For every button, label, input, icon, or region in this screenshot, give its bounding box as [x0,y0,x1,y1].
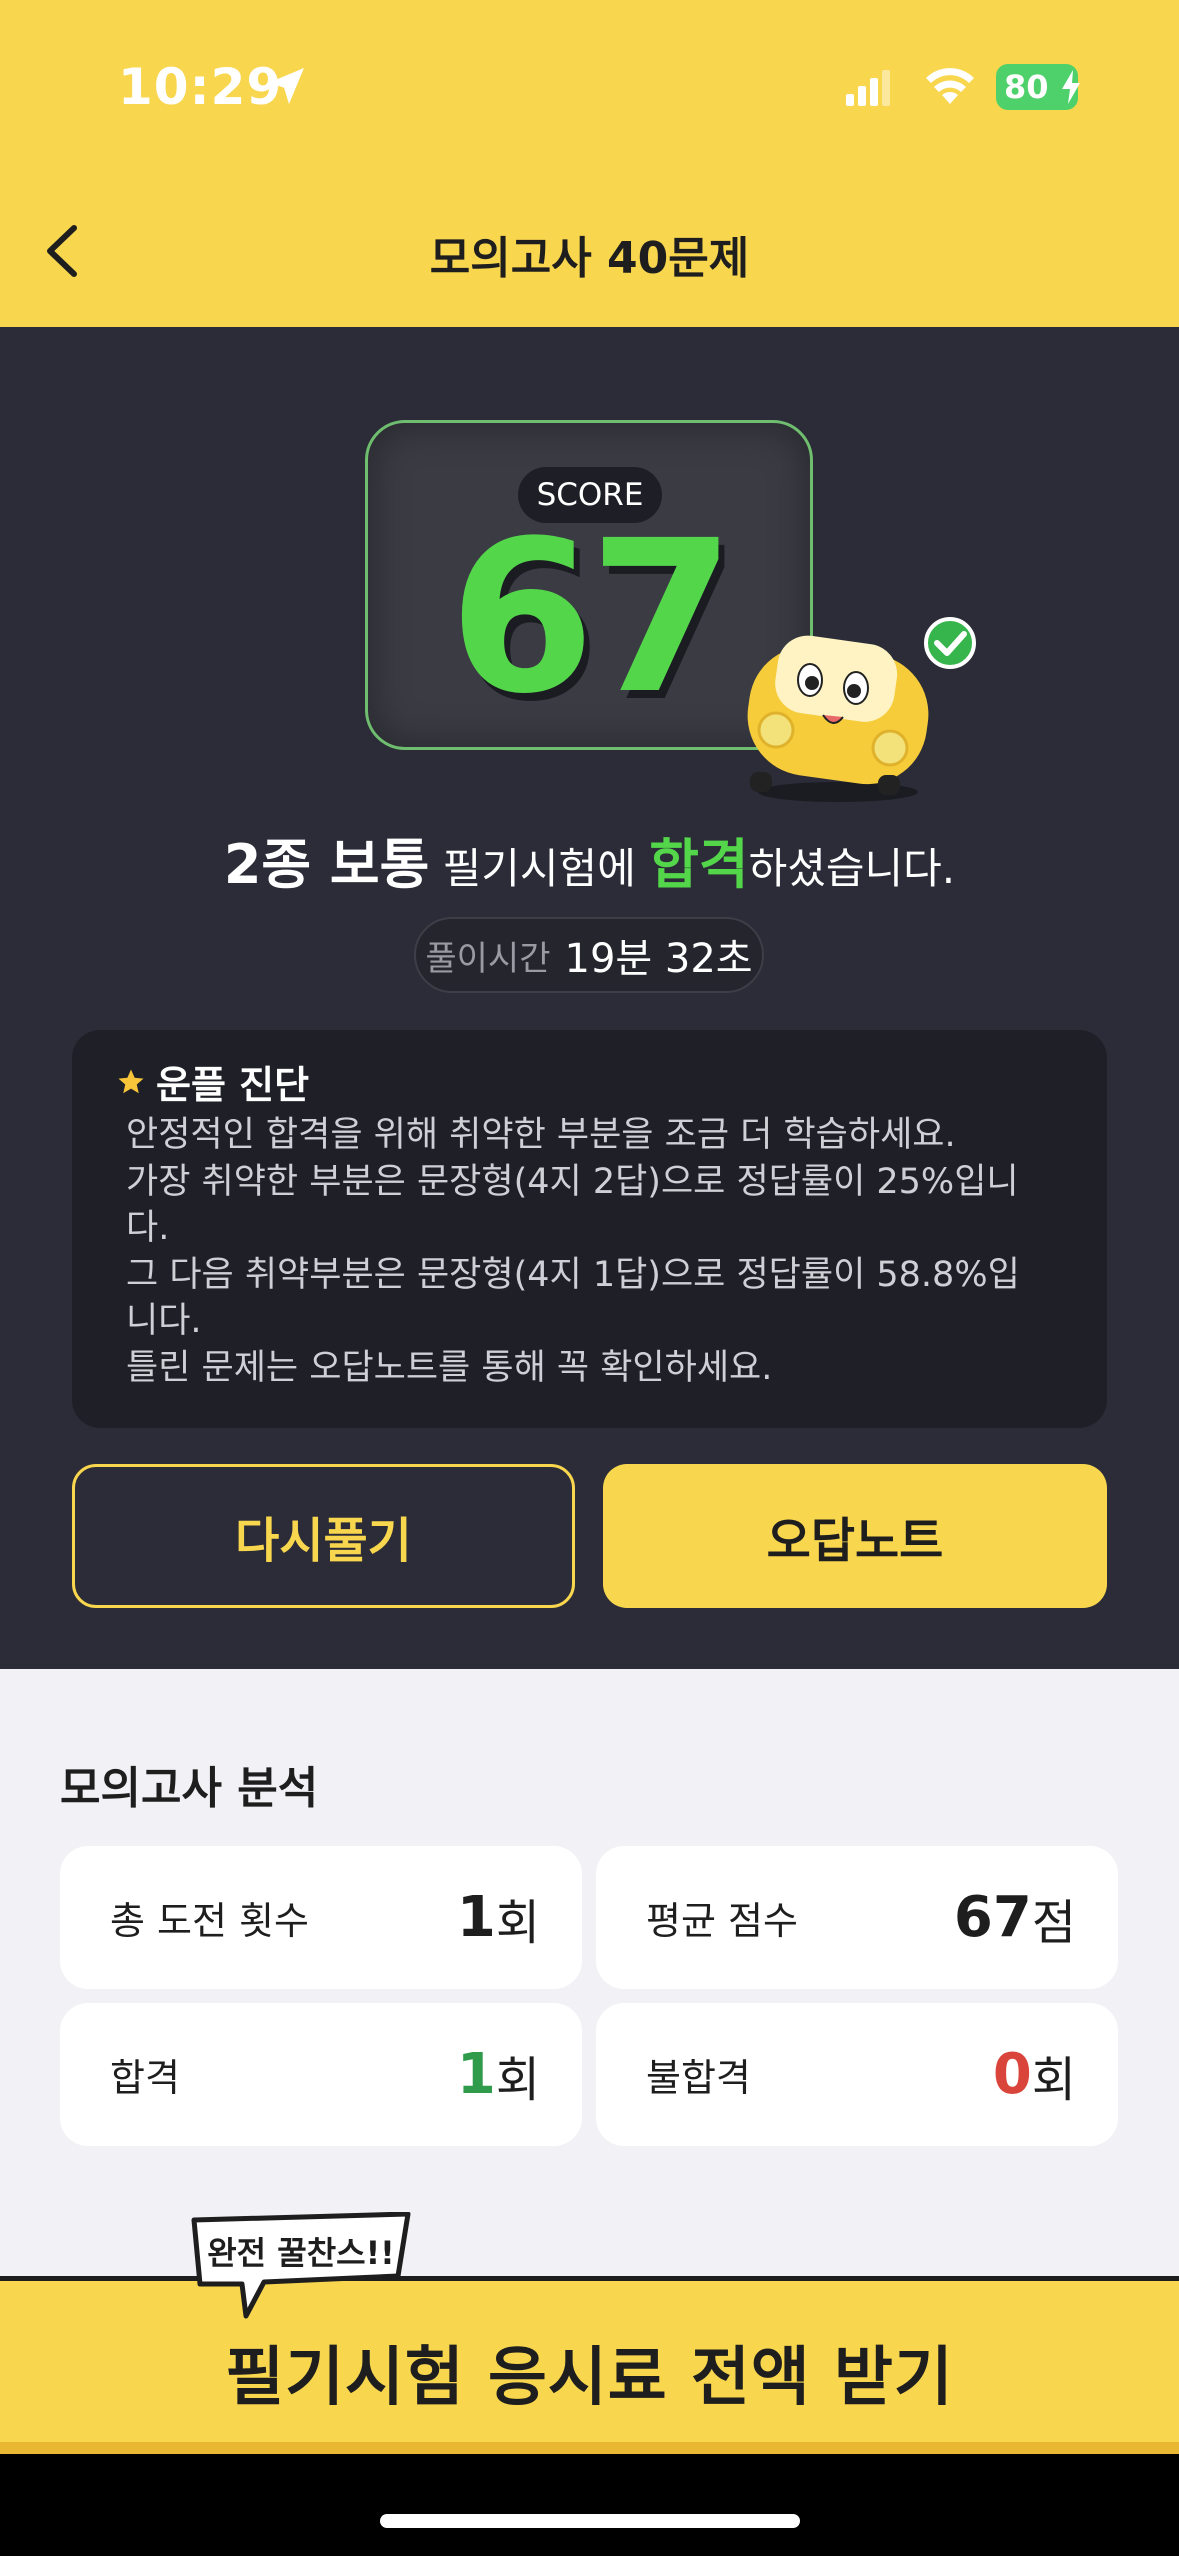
stat-card-average-score: 평균 점수 67 점 [596,1846,1118,1989]
result-message: 2종 보통 필기시험에 합격하셨습니다. [0,820,1179,899]
stat-card-fail: 불합격 0회 [596,2003,1118,2146]
battery-indicator: 80 [996,64,1080,110]
stat-number: 0 [992,2042,1032,2107]
stat-card-pass: 합격 1회 [60,2003,582,2146]
wifi-icon [926,68,974,104]
stat-value: 1회 [457,2003,540,2146]
diagnosis-body: 안정적인 합격을 위해 취약한 부분을 조금 더 학습하세요. 가장 취약한 부… [126,1112,1046,1391]
status-time: 10:29 [118,58,283,116]
promo-bubble-text: 완전 꿀찬스!! [207,2234,395,2272]
stat-value: 0회 [993,2003,1076,2146]
diagnosis-header: 운플 진단 [116,1054,309,1109]
result-tail-text: 하셨습니다. [748,844,956,893]
star-icon [118,1069,144,1093]
diagnosis-line: 그 다음 취약부분은 문장형(4지 1답)으로 정답률이 58.8%입니다. [126,1254,1020,1342]
home-indicator[interactable] [380,2514,800,2528]
license-type: 2종 보통 [223,833,430,896]
home-indicator-area [0,2454,1179,2556]
analysis-title: 모의고사 분석 [60,1763,319,1814]
result-mid-text: 필기시험에 [429,844,650,893]
stat-unit: 회 [495,1894,540,1951]
battery-level: 80 [1004,68,1049,106]
stat-unit: 회 [495,2051,540,2108]
stat-unit: 점 [1031,1894,1076,1951]
solve-time-badge: 풀이시간 19분 32초 [414,917,764,993]
stat-unit: 회 [1031,2051,1076,2108]
stat-label: 합격 [110,2056,180,2100]
stat-value: 67 점 [954,1846,1076,1989]
diagnosis-title: 운플 진단 [156,1063,310,1107]
stat-number: 1 [456,1885,496,1950]
solve-time-label: 풀이시간 [425,938,551,979]
wrong-answer-note-button[interactable]: 오답노트 [603,1464,1107,1608]
cellular-signal-icon [846,70,890,106]
diagnosis-line: 안정적인 합격을 위해 취약한 부분을 조금 더 학습하세요. [126,1115,956,1155]
stat-number: 67 [953,1885,1032,1950]
page-title: 모의고사 40문제 [429,233,750,284]
stat-number: 1 [456,2042,496,2107]
solve-time-value: 19분 32초 [564,936,753,982]
promo-text[interactable]: 필기시험 응시료 전액 받기 [0,2326,1179,2418]
location-arrow-icon [268,68,304,104]
retry-button[interactable]: 다시풀기 [72,1464,575,1608]
diagnosis-line: 가장 취약한 부분은 문장형(4지 2답)으로 정답률이 25%입니다. [126,1161,1019,1249]
stat-card-total-attempts: 총 도전 횟수 1회 [60,1846,582,1989]
diagnosis-line: 틀린 문제는 오답노트를 통해 꼭 확인하세요. [126,1347,773,1388]
stat-label: 평균 점수 [646,1899,798,1943]
stat-label: 불합격 [646,2056,751,2100]
stat-value: 1회 [457,1846,540,1989]
charging-bolt-icon [1062,70,1080,104]
pass-word: 합격 [649,833,749,896]
stat-label: 총 도전 횟수 [110,1899,309,1943]
car-mascot-icon [747,617,976,802]
